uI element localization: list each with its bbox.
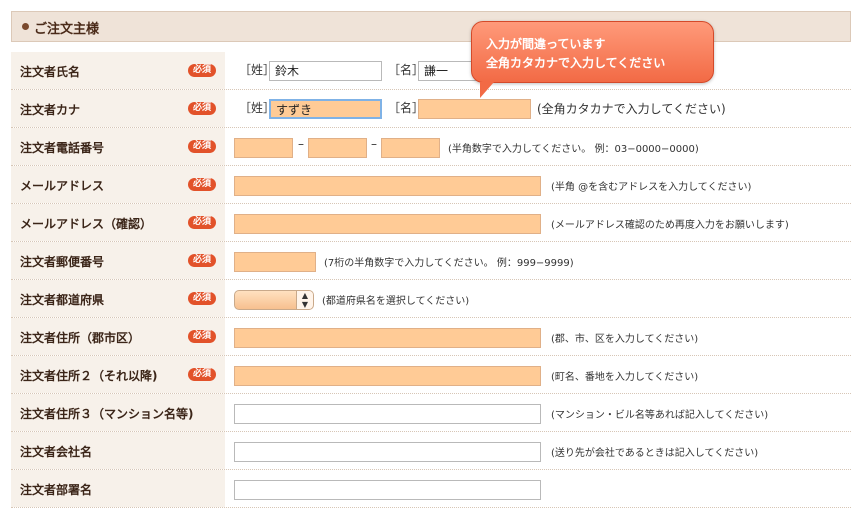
- field-label: 注文者郵便番号: [20, 255, 105, 269]
- phone-dash: –: [371, 137, 377, 151]
- field-label: 注文者住所３（マンション名等): [20, 407, 194, 421]
- address-1-input[interactable]: [234, 328, 541, 348]
- field-label: 注文者電話番号: [20, 141, 105, 155]
- name-mei-input[interactable]: 謙一: [418, 61, 478, 81]
- row-address-3: 注文者住所３（マンション名等) (マンション・ビル名等あれば記入してください): [11, 394, 851, 432]
- company-input[interactable]: [234, 442, 541, 462]
- field-label: メールアドレス: [20, 179, 105, 193]
- required-badge: 必須: [188, 368, 216, 381]
- email-confirm-input[interactable]: [234, 214, 541, 234]
- department-input[interactable]: [234, 480, 541, 500]
- email-input[interactable]: [234, 176, 541, 196]
- kana-sei-input[interactable]: すずき: [269, 99, 382, 119]
- row-phone: 注文者電話番号 必須 – – (半角数字で入力してください。 例：03−0000…: [11, 128, 851, 166]
- address-3-input[interactable]: [234, 404, 541, 424]
- row-email: メールアドレス 必須 (半角 @を含むアドレスを入力してください): [11, 166, 851, 204]
- kana-mei-input[interactable]: [418, 99, 531, 119]
- required-badge: 必須: [188, 64, 216, 77]
- required-badge: 必須: [188, 102, 216, 115]
- tooltip-line-2: 全角カタカナで入力してください: [486, 56, 666, 70]
- field-hint: (7桁の半角数字で入力してください。 例：999−9999): [324, 258, 574, 269]
- field-label: 注文者住所（郡市区）: [20, 331, 141, 345]
- row-department: 注文者部署名: [11, 470, 851, 508]
- row-zip: 注文者郵便番号 必須 (7桁の半角数字で入力してください。 例：999−9999…: [11, 242, 851, 280]
- field-hint: (全角カタカナで入力してください): [537, 102, 726, 116]
- required-badge: 必須: [188, 140, 216, 153]
- field-hint: (町名、番地を入力してください): [551, 372, 699, 383]
- field-label: 注文者都道府県: [20, 293, 105, 307]
- field-label: 注文者部署名: [20, 483, 93, 497]
- field-hint: (送り先が会社であるときは記入してください): [551, 448, 759, 459]
- phone-input-2[interactable]: [308, 138, 367, 158]
- field-hint: (半角 @を含むアドレスを入力してください): [551, 182, 752, 193]
- row-kana: 注文者カナ 必須 ［姓］ すずき ［名］ (全角カタカナで入力してください): [11, 90, 851, 128]
- prefecture-select[interactable]: ▲ ▼: [234, 290, 314, 310]
- phone-input-3[interactable]: [381, 138, 440, 158]
- address-2-input[interactable]: [234, 366, 541, 386]
- field-hint: (半角数字で入力してください。 例：03−0000−0000): [448, 144, 699, 155]
- name-sei-input[interactable]: 鈴木: [269, 61, 382, 81]
- row-prefecture: 注文者都道府県 必須 ▲ ▼ (都道府県名を選択してください): [11, 280, 851, 318]
- validation-tooltip: 入力が間違っています 全角カタカナで入力してください: [471, 21, 714, 98]
- field-label: 注文者会社名: [20, 445, 93, 459]
- field-hint: (郡、市、区を入力してください): [551, 334, 699, 345]
- field-label: 注文者カナ: [20, 103, 81, 117]
- phone-input-1[interactable]: [234, 138, 293, 158]
- field-label: メールアドレス（確認）: [20, 217, 153, 231]
- tooltip-tail: [480, 82, 494, 98]
- field-hint: (マンション・ビル名等あれば記入してください): [551, 410, 769, 421]
- row-address-2: 注文者住所２（それ以降) 必須 (町名、番地を入力してください): [11, 356, 851, 394]
- required-badge: 必須: [188, 216, 216, 229]
- required-badge: 必須: [188, 178, 216, 191]
- phone-dash: –: [298, 137, 304, 151]
- row-name: 注文者氏名 必須 ［姓］ 鈴木 ［名］ 謙一: [11, 52, 851, 90]
- row-email-confirm: メールアドレス（確認） 必須 (メールアドレス確認のため再度入力をお願いします): [11, 204, 851, 242]
- bullet-icon: [22, 23, 29, 30]
- required-badge: 必須: [188, 292, 216, 305]
- zip-input[interactable]: [234, 252, 316, 272]
- section-header: ご注文主様: [11, 11, 851, 42]
- select-arrows-icon: ▲ ▼: [296, 291, 313, 309]
- required-badge: 必須: [188, 330, 216, 343]
- field-hint: (メールアドレス確認のため再度入力をお願いします): [551, 220, 789, 231]
- row-address-1: 注文者住所（郡市区） 必須 (郡、市、区を入力してください): [11, 318, 851, 356]
- tooltip-line-1: 入力が間違っています: [486, 37, 606, 51]
- row-company: 注文者会社名 (送り先が会社であるときは記入してください): [11, 432, 851, 470]
- section-title: ご注文主様: [34, 22, 100, 37]
- required-badge: 必須: [188, 254, 216, 267]
- field-hint: (都道府県名を選択してください): [322, 296, 470, 307]
- field-label: 注文者住所２（それ以降): [20, 369, 158, 383]
- field-label: 注文者氏名: [20, 65, 81, 79]
